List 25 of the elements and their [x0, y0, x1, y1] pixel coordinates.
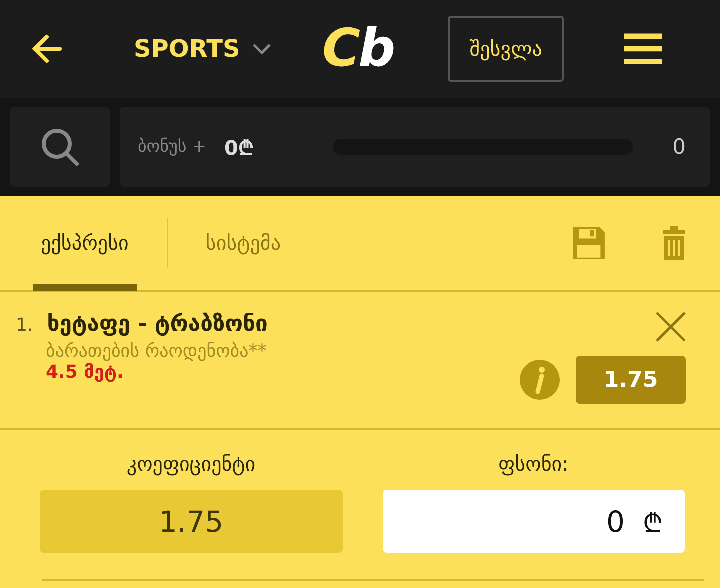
market-name: ბარათების რაოდენობა**	[46, 341, 268, 362]
sports-dropdown[interactable]: SPORTS	[134, 35, 272, 63]
chevron-down-icon	[252, 43, 272, 55]
bet-number: 1.	[16, 315, 34, 336]
total-odds-field: 1.75	[40, 490, 342, 553]
info-icon[interactable]	[520, 360, 560, 400]
match-title: ხეტაფე - ტრაბზონი	[47, 312, 268, 337]
save-icon[interactable]	[572, 226, 606, 260]
bonus-amount: 0₾	[224, 134, 254, 160]
back-arrow-icon[interactable]	[30, 32, 64, 66]
bonus-label: ბონუს +	[138, 137, 206, 157]
tab[interactable]: ექსპრესი	[33, 195, 137, 291]
search-button[interactable]	[10, 107, 110, 187]
menu-icon[interactable]	[624, 33, 662, 65]
odds-label: კოეფიციენტი	[126, 452, 256, 476]
search-icon	[40, 127, 80, 167]
stake-field[interactable]: 0 ₾	[382, 490, 685, 553]
trash-icon[interactable]	[662, 225, 686, 261]
login-button[interactable]: შესვლა	[448, 16, 564, 82]
bet-pick: 4.5 მეტ.	[46, 362, 125, 383]
bonus-count: 0	[672, 135, 686, 159]
close-icon[interactable]	[656, 312, 686, 342]
odds-badge: 1.75	[576, 356, 686, 404]
logo[interactable]: Cb	[322, 19, 394, 79]
stake-label: ფსონი:	[498, 452, 569, 476]
